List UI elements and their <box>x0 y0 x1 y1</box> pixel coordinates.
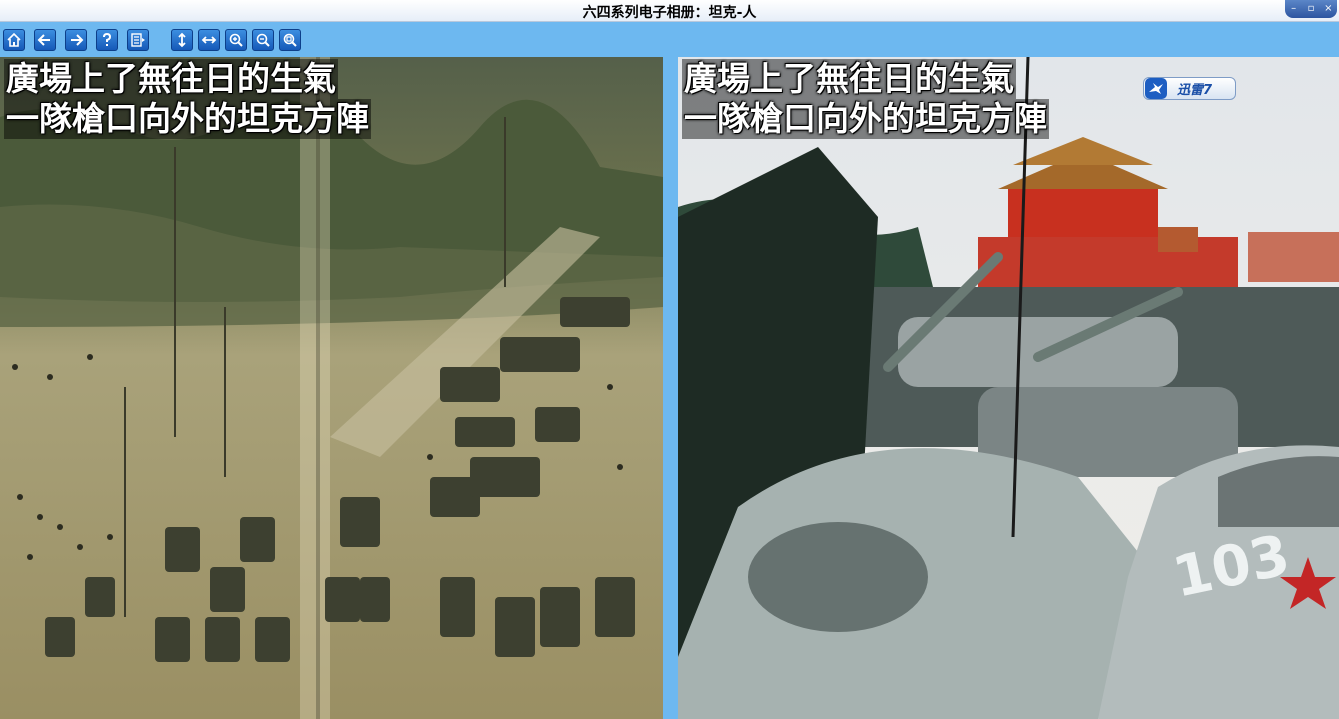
toolbar <box>0 22 1339 57</box>
contents-button[interactable] <box>127 29 149 51</box>
xunlei-label: 迅雷7 <box>1177 83 1213 98</box>
arrow-right-icon <box>71 34 84 46</box>
minimize-button[interactable]: – <box>1288 3 1300 15</box>
question-icon <box>103 32 112 46</box>
close-button[interactable]: × <box>1322 3 1334 15</box>
tank-formation-photo <box>0 57 663 719</box>
zoom-out-icon <box>256 33 270 47</box>
window-title: 六四系列电子相册：坦克-人 <box>582 5 757 21</box>
home-button[interactable] <box>3 29 25 51</box>
title-bar: 六四系列电子相册：坦克-人 – ▫ × <box>0 0 1339 22</box>
zoom-in-button[interactable] <box>225 29 247 51</box>
zoom-out-button[interactable] <box>252 29 274 51</box>
back-button[interactable] <box>34 29 56 51</box>
left-page[interactable]: 廣場上了無往日的生氣 一隊槍口向外的坦克方陣 <box>0 57 663 719</box>
caption-line-2: 一隊槍口向外的坦克方陣 <box>682 99 1049 139</box>
tanks-closeup-photo: 103 <box>678 57 1339 719</box>
zoom-in-icon <box>229 33 243 47</box>
left-page-caption: 廣場上了無往日的生氣 一隊槍口向外的坦克方陣 <box>4 59 371 139</box>
fit-width-button[interactable] <box>198 29 220 51</box>
arrow-left-icon <box>37 34 50 46</box>
horizontal-arrows-icon <box>201 36 217 44</box>
help-button[interactable] <box>96 29 118 51</box>
caption-line-1: 廣場上了無往日的生氣 <box>4 59 338 99</box>
right-page[interactable]: 103 廣場上了無往日的生氣 一隊槍口向外的坦克方陣 <box>678 57 1339 719</box>
xunlei-floating-button[interactable]: 迅雷7 <box>1143 77 1236 100</box>
forward-button[interactable] <box>65 29 87 51</box>
zoom-fit-icon <box>283 33 297 47</box>
caption-line-1: 廣場上了無往日的生氣 <box>682 59 1016 99</box>
right-page-caption: 廣場上了無往日的生氣 一隊槍口向外的坦克方陣 <box>682 59 1049 139</box>
zoom-fit-button[interactable] <box>279 29 301 51</box>
vertical-arrows-icon <box>178 32 186 48</box>
fit-height-button[interactable] <box>171 29 193 51</box>
home-icon <box>7 32 21 47</box>
page-list-icon <box>131 33 145 47</box>
bird-logo-icon <box>1145 78 1167 99</box>
caption-line-2: 一隊槍口向外的坦克方陣 <box>4 99 371 139</box>
restore-button[interactable]: ▫ <box>1305 3 1317 15</box>
window-controls: – ▫ × <box>1285 0 1337 18</box>
